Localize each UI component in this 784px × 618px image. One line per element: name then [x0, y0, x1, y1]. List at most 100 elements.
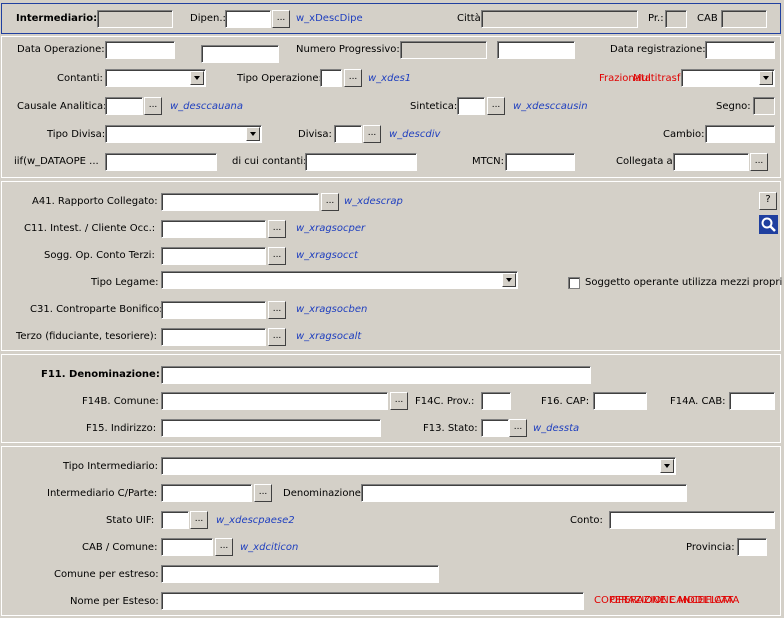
- contanti-label: Contanti:: [57, 73, 103, 84]
- stato-uif-field[interactable]: [161, 511, 189, 529]
- c31-lookup-button[interactable]: ...: [268, 301, 286, 319]
- denominazione-label: Denominazione:: [283, 488, 365, 499]
- stato-uif-label: Stato UIF:: [106, 515, 155, 526]
- chevron-down-icon[interactable]: [246, 127, 260, 141]
- sintetica-lookup-button[interactable]: ...: [487, 97, 505, 115]
- cab-comune-label: CAB / Comune:: [82, 542, 158, 553]
- f11-field[interactable]: [161, 366, 591, 384]
- provincia-field[interactable]: [737, 538, 767, 556]
- iif-dataope-label: iif(w_DATAOPE ...: [14, 156, 99, 167]
- stato-uif-lookup-button[interactable]: ...: [190, 511, 208, 529]
- data-operazione-label: Data Operazione:: [17, 44, 105, 55]
- f14a-field[interactable]: [729, 392, 775, 410]
- tipo-intermediario-label: Tipo Intermediario:: [63, 461, 159, 472]
- intermediario-label: Intermediario:: [16, 13, 98, 24]
- divisa-lookup-button[interactable]: ...: [363, 125, 381, 143]
- tipo-operazione-label: Tipo Operazione:: [237, 73, 322, 84]
- collegata-a-label: Collegata a:: [616, 156, 677, 167]
- dipen-lookup-button[interactable]: ...: [272, 10, 290, 28]
- collegata-a-lookup-button[interactable]: ...: [750, 153, 768, 171]
- pr-label: Pr.:: [648, 13, 664, 24]
- sogg-op-lookup-button[interactable]: ...: [268, 247, 286, 265]
- operazione-modificata-status: OPERAZIONE MODIFICATA: [610, 595, 740, 606]
- nome-esteso-field[interactable]: [161, 592, 584, 610]
- progressivo-extra-field[interactable]: [497, 41, 575, 59]
- chevron-down-icon[interactable]: [502, 273, 516, 287]
- causale-analitica-lookup-button[interactable]: ...: [144, 97, 162, 115]
- search-icon[interactable]: [759, 215, 778, 234]
- intermediario-cparte-lookup-button[interactable]: ...: [254, 484, 272, 502]
- segno-label: Segno:: [716, 101, 751, 112]
- cambio-field[interactable]: [705, 125, 775, 143]
- a41-field[interactable]: [161, 193, 319, 211]
- causale-analitica-field[interactable]: [105, 97, 143, 115]
- tipo-intermediario-select[interactable]: [161, 457, 676, 475]
- intermediario-cparte-label: Intermediario C/Parte:: [47, 488, 158, 499]
- provincia-label: Provincia:: [686, 542, 735, 553]
- conto-label: Conto:: [570, 515, 603, 526]
- sintetica-label: Sintetica:: [410, 101, 458, 112]
- c11-lookup-button[interactable]: ...: [268, 220, 286, 238]
- di-cui-contanti-field[interactable]: [305, 153, 417, 171]
- tipo-operazione-lookup-button[interactable]: ...: [344, 69, 362, 87]
- terzo-field[interactable]: [161, 328, 266, 346]
- comune-estreso-field[interactable]: [161, 565, 439, 583]
- dipen-label: Dipen.:: [190, 13, 226, 24]
- intermediario-field[interactable]: [97, 10, 173, 28]
- terzo-description: w_xragsocalt: [296, 331, 362, 342]
- divisa-label: Divisa:: [298, 129, 332, 140]
- pr-field[interactable]: [665, 10, 687, 28]
- mtcn-field[interactable]: [505, 153, 575, 171]
- chevron-down-icon[interactable]: [660, 459, 674, 473]
- f13-field[interactable]: [481, 419, 509, 437]
- segno-field[interactable]: [753, 97, 775, 115]
- c11-field[interactable]: [161, 220, 266, 238]
- collegata-a-field[interactable]: [673, 153, 749, 171]
- a41-lookup-button[interactable]: ...: [321, 193, 339, 211]
- f15-field[interactable]: [161, 419, 381, 437]
- help-button[interactable]: ?: [759, 192, 777, 210]
- f16-label: F16. CAP:: [541, 396, 590, 407]
- cab-label: CAB: [697, 13, 718, 24]
- data-operazione-field[interactable]: [105, 41, 175, 59]
- f14b-field[interactable]: [161, 392, 388, 410]
- chevron-down-icon[interactable]: [190, 71, 204, 85]
- f16-field[interactable]: [593, 392, 647, 410]
- f14b-lookup-button[interactable]: ...: [390, 392, 408, 410]
- secondary-date-field[interactable]: [201, 45, 279, 63]
- chevron-down-icon[interactable]: [759, 71, 773, 85]
- data-registrazione-field[interactable]: [705, 41, 775, 59]
- c31-label: C31. Controparte Bonifico:: [30, 304, 163, 315]
- conto-field[interactable]: [609, 511, 775, 529]
- contanti-select[interactable]: [105, 69, 206, 87]
- f14c-label: F14C. Prov.:: [415, 396, 475, 407]
- citta-field[interactable]: [481, 10, 638, 28]
- tipo-divisa-select[interactable]: [105, 125, 262, 143]
- soggetto-operante-checkbox[interactable]: [568, 277, 580, 289]
- f14a-label: F14A. CAB:: [670, 396, 726, 407]
- cab-field[interactable]: [721, 10, 767, 28]
- divisa-description: w_descdiv: [389, 129, 441, 140]
- c11-label: C11. Intest. / Cliente Occ.:: [24, 223, 156, 234]
- f14c-field[interactable]: [481, 392, 511, 410]
- sogg-op-field[interactable]: [161, 247, 266, 265]
- f13-lookup-button[interactable]: ...: [509, 419, 527, 437]
- denominazione-field[interactable]: [361, 484, 687, 502]
- numero-progressivo-field[interactable]: [400, 41, 487, 59]
- terzo-lookup-button[interactable]: ...: [268, 328, 286, 346]
- sogg-op-label: Sogg. Op. Conto Terzi:: [44, 250, 155, 261]
- importo-field[interactable]: [105, 153, 217, 171]
- dipen-field[interactable]: [225, 10, 271, 28]
- tipo-operazione-field[interactable]: [320, 69, 342, 87]
- c11-description: w_xragsocper: [296, 223, 366, 234]
- cab-comune-lookup-button[interactable]: ...: [215, 538, 233, 556]
- di-cui-contanti-label: di cui contanti:: [232, 156, 307, 167]
- tipo-legame-select[interactable]: [161, 271, 518, 289]
- tipo-operazione-select[interactable]: [681, 69, 775, 87]
- divisa-field[interactable]: [334, 125, 362, 143]
- cab-comune-field[interactable]: [161, 538, 213, 556]
- intermediario-cparte-field[interactable]: [161, 484, 252, 502]
- c31-field[interactable]: [161, 301, 266, 319]
- sintetica-field[interactable]: [457, 97, 485, 115]
- causale-analitica-label: Causale Analitica:: [17, 101, 107, 112]
